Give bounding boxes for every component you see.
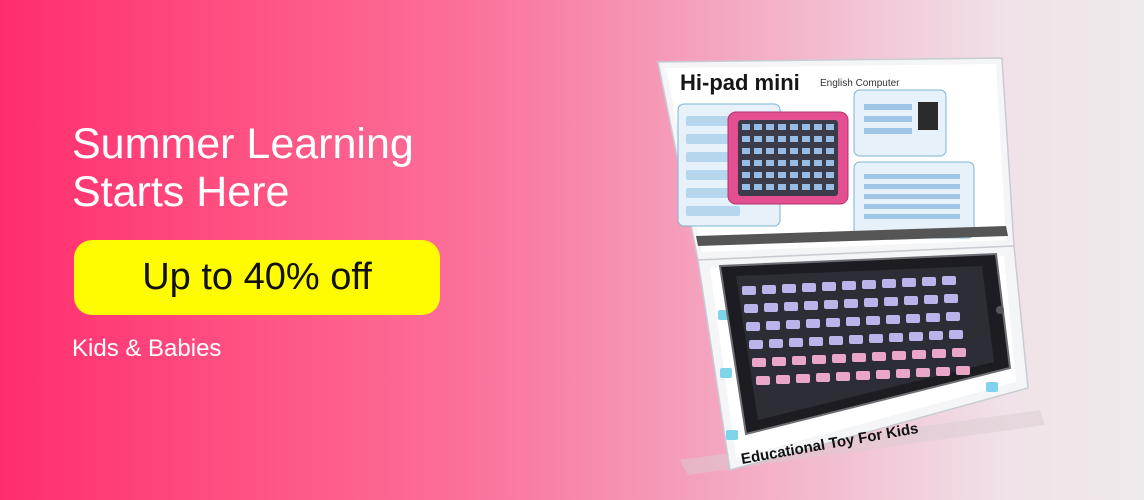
headline-line-1: Summer Learning (72, 120, 414, 168)
offer-button[interactable]: Up to 40% off (74, 240, 440, 315)
promo-banner[interactable]: Summer Learning Starts Here Up to 40% of… (0, 0, 1144, 500)
product-subtitle: English Computer (820, 78, 900, 89)
product-image: Hi-pad mini English Computer Educational… (657, 57, 1045, 475)
product-brand: Hi-pad mini (680, 70, 800, 95)
headline: Summer Learning Starts Here (72, 120, 502, 216)
category-link[interactable]: Kids & Babies (72, 335, 221, 363)
headline-line-2: Starts Here (72, 168, 290, 216)
